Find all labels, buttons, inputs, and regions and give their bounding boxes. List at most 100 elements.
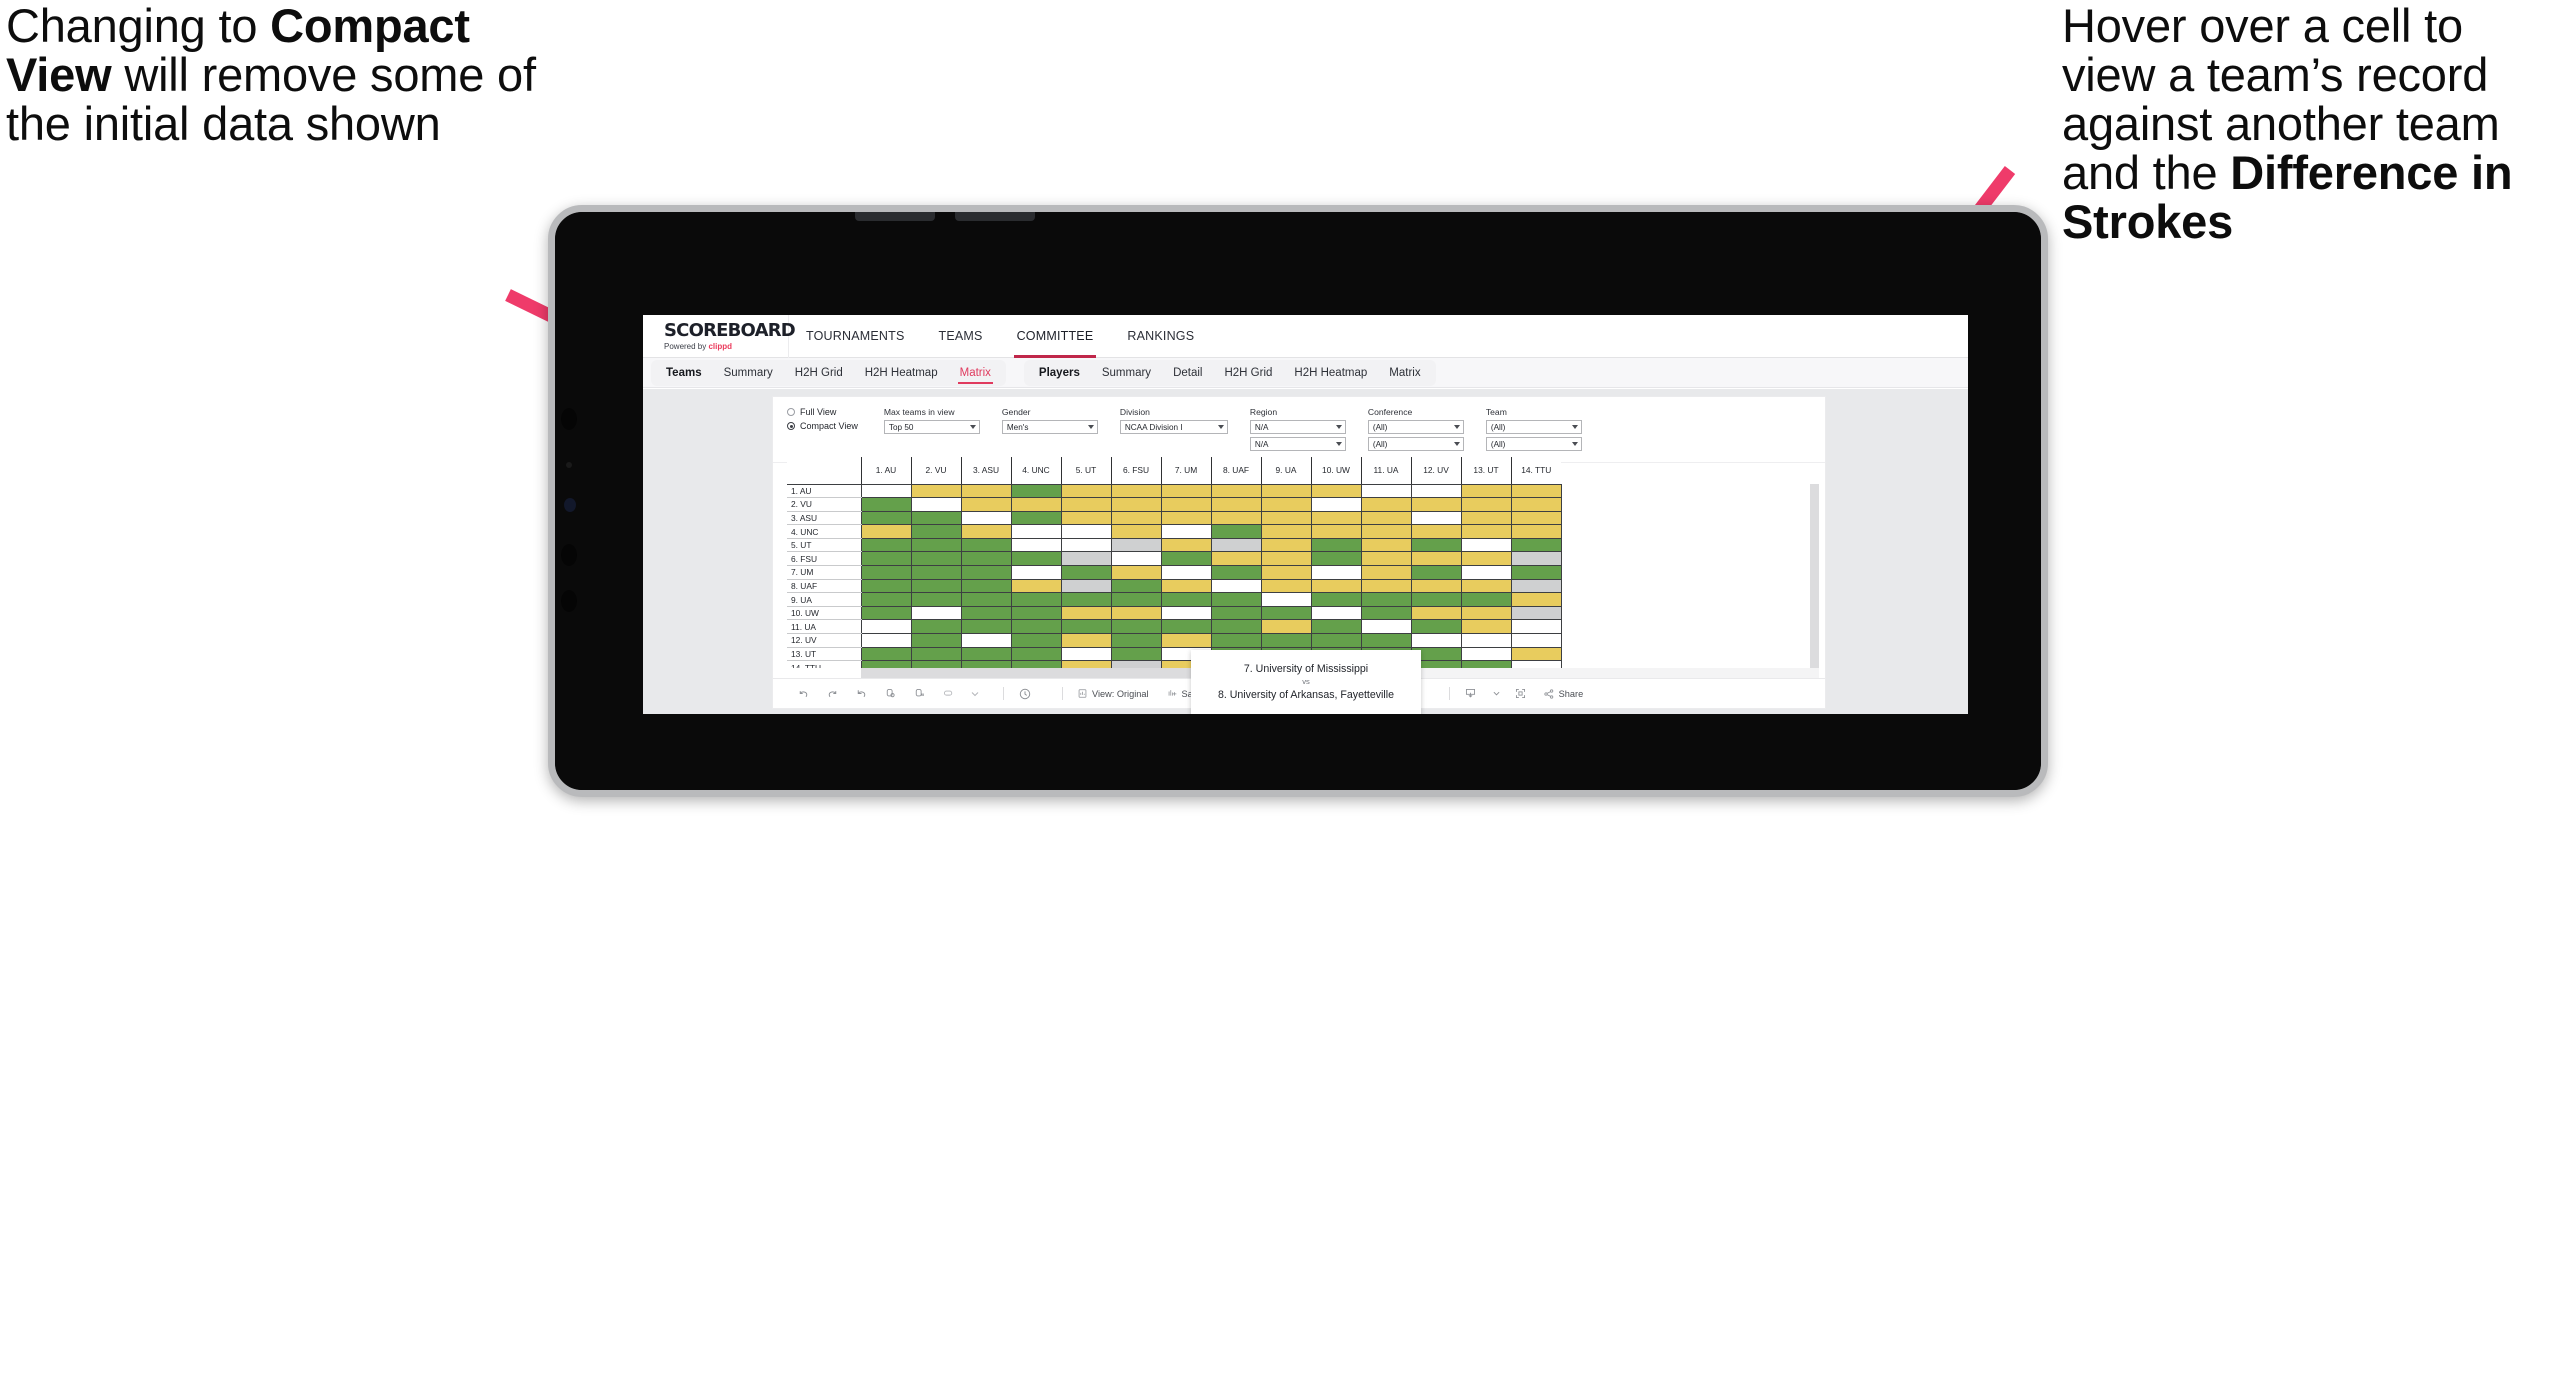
matrix-cell[interactable] — [1010, 565, 1062, 580]
matrix-cell[interactable] — [960, 510, 1012, 526]
matrix-cell[interactable] — [1110, 619, 1162, 635]
matrix-cell[interactable] — [1410, 537, 1462, 553]
matrix-cell[interactable] — [1310, 537, 1362, 553]
radio-compact-view[interactable]: Compact View — [787, 421, 858, 431]
matrix-cell[interactable] — [910, 633, 962, 648]
matrix-cell[interactable] — [960, 551, 1012, 567]
matrix-cell[interactable] — [1060, 660, 1112, 668]
matrix-cell[interactable] — [960, 497, 1012, 512]
matrix-cell[interactable] — [1160, 578, 1212, 594]
nav-item-committee[interactable]: COMMITTEE — [1000, 315, 1111, 358]
refresh-data-icon[interactable] — [884, 687, 897, 700]
matrix-cell[interactable] — [1060, 578, 1112, 594]
matrix-cell[interactable] — [1410, 633, 1462, 648]
matrix-cell[interactable] — [1410, 497, 1462, 512]
matrix-cell[interactable] — [1510, 646, 1562, 662]
matrix-cell[interactable] — [1410, 510, 1462, 526]
matrix-cell[interactable] — [1210, 524, 1262, 539]
matrix-cell[interactable] — [1310, 497, 1362, 512]
matrix-cell[interactable] — [960, 660, 1012, 668]
matrix-cell[interactable] — [1410, 605, 1462, 621]
matrix-cell[interactable] — [910, 510, 962, 526]
matrix-cell[interactable] — [1260, 497, 1312, 512]
matrix-cell[interactable] — [1160, 483, 1212, 499]
matrix-row-header[interactable]: 6. FSU — [787, 551, 861, 567]
matrix-cell[interactable] — [910, 483, 962, 499]
filter-max-teams-select[interactable]: Top 50 — [883, 420, 980, 434]
matrix-cell[interactable] — [1460, 483, 1512, 499]
matrix-cell[interactable] — [1260, 510, 1312, 526]
matrix-cell[interactable] — [1360, 565, 1412, 580]
matrix-cell[interactable] — [910, 578, 962, 594]
matrix-cell[interactable] — [1460, 633, 1512, 648]
matrix-column-header[interactable]: 9. UA — [1260, 457, 1311, 485]
matrix-cell[interactable] — [960, 565, 1012, 580]
matrix-cell[interactable] — [1060, 483, 1112, 499]
matrix-cell[interactable] — [1510, 592, 1562, 607]
matrix-cell[interactable] — [1360, 592, 1412, 607]
matrix-cell[interactable] — [1160, 633, 1212, 648]
undo-icon[interactable] — [797, 687, 810, 700]
matrix-cell[interactable] — [960, 483, 1012, 499]
matrix-cell[interactable] — [1410, 524, 1462, 539]
matrix-cell[interactable] — [1110, 524, 1162, 539]
matrix-cell[interactable] — [960, 633, 1012, 648]
matrix-cell[interactable] — [1010, 537, 1062, 553]
matrix-cell[interactable] — [960, 592, 1012, 607]
matrix-column-header[interactable]: 4. UNC — [1010, 457, 1061, 485]
matrix-cell[interactable] — [1360, 483, 1412, 499]
matrix-column-header[interactable]: 12. UV — [1410, 457, 1461, 485]
matrix-column-header[interactable]: 10. UW — [1310, 457, 1361, 485]
matrix-row-header[interactable]: 7. UM — [787, 565, 861, 580]
pause-auto-update-icon[interactable] — [913, 687, 926, 700]
matrix-cell[interactable] — [1310, 578, 1362, 594]
subnav-players-h2h-grid[interactable]: H2H Grid — [1213, 360, 1283, 386]
matrix-cell[interactable] — [1310, 524, 1362, 539]
matrix-cell[interactable] — [1160, 565, 1212, 580]
matrix-cell[interactable] — [860, 646, 912, 662]
matrix-cell[interactable] — [1510, 524, 1562, 539]
matrix-cell[interactable] — [1510, 619, 1562, 635]
matrix-cell[interactable] — [1060, 633, 1112, 648]
matrix-cell[interactable] — [1110, 605, 1162, 621]
matrix-cell[interactable] — [910, 592, 962, 607]
matrix-column-header[interactable]: 3. ASU — [960, 457, 1011, 485]
h2h-matrix-container[interactable]: 1. AU 2. VU 3. ASU 4. UNC 5. UT 6. FSU 7. UM 8.… — [773, 457, 1825, 668]
matrix-cell[interactable] — [860, 510, 912, 526]
matrix-cell[interactable] — [1460, 605, 1512, 621]
matrix-cell[interactable] — [910, 565, 962, 580]
matrix-cell[interactable] — [1110, 592, 1162, 607]
matrix-cell[interactable] — [1260, 578, 1312, 594]
matrix-cell[interactable] — [860, 497, 912, 512]
matrix-row-header[interactable]: 12. UV — [787, 633, 861, 648]
matrix-cell[interactable] — [1410, 592, 1462, 607]
matrix-column-header[interactable]: 13. UT — [1460, 457, 1511, 485]
highlight-icon[interactable] — [942, 687, 955, 700]
matrix-cell[interactable] — [910, 619, 962, 635]
matrix-row-header[interactable]: 2. VU — [787, 497, 861, 512]
matrix-cell[interactable] — [1360, 524, 1412, 539]
pause-clock-icon[interactable] — [1018, 687, 1032, 701]
filter-team-select-1[interactable]: (All) — [1485, 420, 1582, 434]
matrix-row-header[interactable]: 11. UA — [787, 619, 861, 635]
nav-item-rankings[interactable]: RANKINGS — [1110, 315, 1211, 358]
matrix-cell[interactable] — [860, 633, 912, 648]
matrix-cell[interactable] — [1010, 660, 1062, 668]
matrix-cell[interactable] — [1260, 524, 1312, 539]
subnav-players-summary[interactable]: Summary — [1091, 360, 1162, 386]
matrix-cell[interactable] — [1060, 619, 1112, 635]
matrix-cell[interactable] — [1360, 510, 1412, 526]
matrix-cell[interactable] — [1310, 619, 1362, 635]
matrix-cell[interactable] — [1360, 633, 1412, 648]
matrix-row-header[interactable]: 4. UNC — [787, 524, 861, 539]
matrix-cell[interactable] — [1510, 551, 1562, 567]
matrix-cell[interactable] — [1510, 483, 1562, 499]
matrix-cell[interactable] — [860, 605, 912, 621]
matrix-cell[interactable] — [1110, 646, 1162, 662]
matrix-cell[interactable] — [1010, 524, 1062, 539]
matrix-cell[interactable] — [1510, 510, 1562, 526]
matrix-vertical-scrollbar[interactable] — [1810, 484, 1819, 668]
matrix-cell[interactable] — [1110, 510, 1162, 526]
matrix-cell[interactable] — [1510, 633, 1562, 648]
subnav-teams-h2h-heatmap[interactable]: H2H Heatmap — [854, 360, 949, 386]
